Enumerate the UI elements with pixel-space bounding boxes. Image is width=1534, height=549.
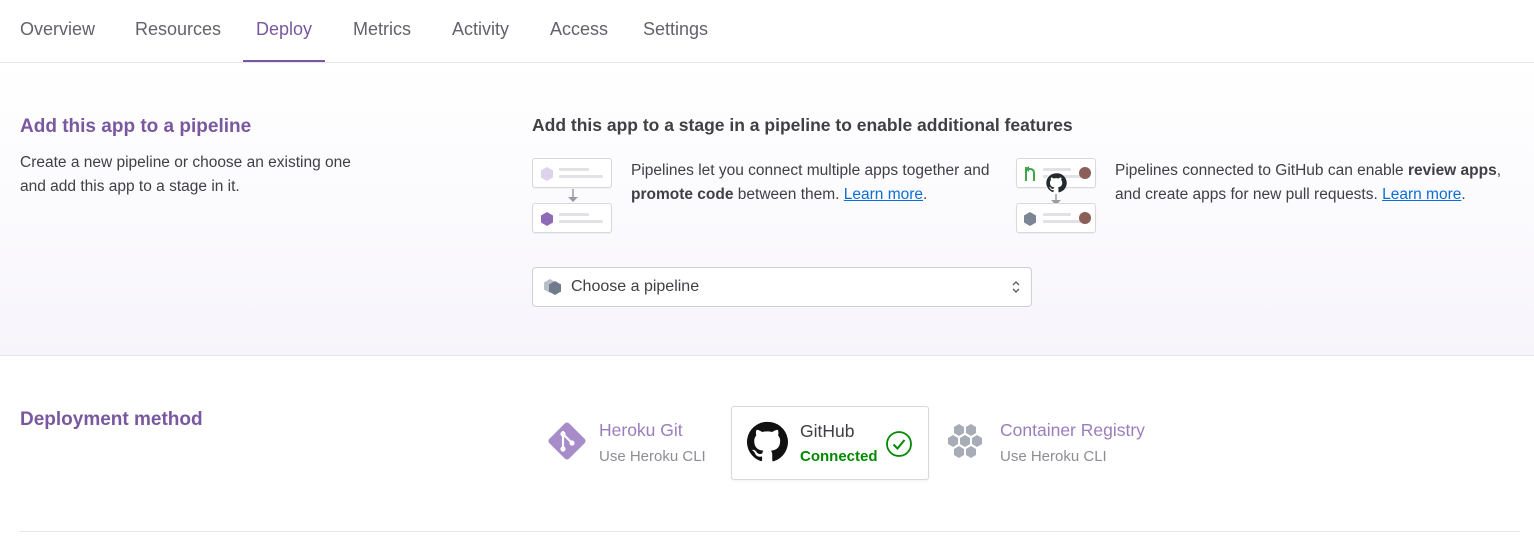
pipeline-section-title: Add this app to a pipeline bbox=[20, 116, 252, 137]
tab-access[interactable]: Access bbox=[550, 19, 608, 40]
tab-overview[interactable]: Overview bbox=[20, 19, 95, 40]
promote-text-tail: . bbox=[923, 186, 928, 203]
github-connected-status: Connected bbox=[800, 448, 878, 465]
promote-text-bold: promote code bbox=[631, 186, 734, 203]
tab-resources[interactable]: Resources bbox=[135, 19, 221, 40]
tab-deploy[interactable]: Deploy bbox=[256, 19, 312, 40]
promote-text-part: Pipelines let you connect multiple apps … bbox=[631, 162, 990, 179]
container-registry-subtitle: Use Heroku CLI bbox=[1000, 448, 1107, 465]
promote-text-part: between them. bbox=[733, 186, 844, 203]
section-divider bbox=[20, 531, 1520, 532]
github-name: GitHub bbox=[800, 421, 855, 441]
learn-more-promote-link[interactable]: Learn more bbox=[844, 186, 923, 203]
app-tab-bar: Overview Resources Deploy Metrics Activi… bbox=[0, 0, 1534, 63]
tab-settings[interactable]: Settings bbox=[643, 19, 708, 40]
container-registry-name: Container Registry bbox=[1000, 420, 1145, 440]
deploy-method-github[interactable]: GitHub Connected bbox=[731, 406, 929, 480]
deploy-method-container-registry[interactable]: Container Registry Use Heroku CLI bbox=[945, 406, 1175, 480]
heroku-git-name: Heroku Git bbox=[599, 420, 683, 440]
pipeline-review-apps-text: Pipelines connected to GitHub can enable… bbox=[1115, 159, 1505, 207]
active-tab-indicator bbox=[243, 60, 325, 62]
check-circle-icon bbox=[886, 431, 912, 457]
deployment-method-title: Deployment method bbox=[20, 409, 203, 430]
git-icon bbox=[548, 422, 586, 460]
pipeline-promote-illustration bbox=[532, 158, 614, 234]
review-text-part: Pipelines connected to GitHub can enable bbox=[1115, 162, 1408, 179]
pipeline-select-value: Choose a pipeline bbox=[571, 278, 700, 295]
tab-activity[interactable]: Activity bbox=[452, 19, 509, 40]
heroku-git-subtitle: Use Heroku CLI bbox=[599, 448, 706, 465]
pipeline-stage-heading: Add this app to a stage in a pipeline to… bbox=[532, 115, 1073, 135]
github-icon bbox=[746, 421, 788, 462]
pipeline-icon bbox=[544, 279, 561, 295]
choose-pipeline-select[interactable]: Choose a pipeline bbox=[532, 267, 1032, 307]
chevron-updown-icon bbox=[1012, 281, 1020, 293]
github-small-icon bbox=[1045, 172, 1067, 194]
tab-metrics[interactable]: Metrics bbox=[353, 19, 411, 40]
review-text-bold: review apps bbox=[1407, 162, 1497, 179]
learn-more-review-apps-link[interactable]: Learn more bbox=[1382, 186, 1461, 203]
pipeline-section: Add this app to a pipeline Create a new … bbox=[0, 63, 1534, 356]
pipeline-section-description: Create a new pipeline or choose an exist… bbox=[20, 154, 351, 195]
review-text-tail: . bbox=[1461, 186, 1466, 203]
deploy-method-heroku-git[interactable]: Heroku Git Use Heroku CLI bbox=[540, 406, 720, 480]
container-registry-icon bbox=[948, 424, 982, 458]
pipeline-review-apps-illustration bbox=[1016, 158, 1098, 234]
pipeline-promote-text: Pipelines let you connect multiple apps … bbox=[631, 159, 991, 207]
